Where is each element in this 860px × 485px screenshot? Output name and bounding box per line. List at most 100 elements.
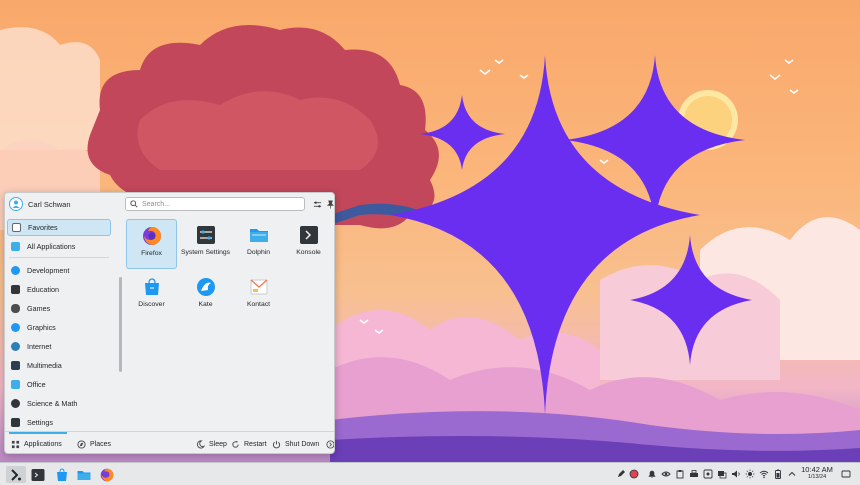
volume-icon[interactable] [731, 469, 741, 479]
sidebar-item-office[interactable]: Office [7, 376, 111, 393]
sidebar-item-label: Graphics [27, 323, 56, 332]
clipboard-icon[interactable] [675, 469, 685, 479]
sleep-button[interactable]: Sleep [196, 432, 227, 453]
restart-icon [232, 440, 239, 448]
globe-icon [11, 342, 20, 351]
compass-icon [77, 439, 86, 449]
sidebar-item-label: Favorites [28, 223, 58, 232]
app-firefox[interactable]: Firefox [126, 219, 177, 269]
tab-applications[interactable]: Applications [11, 432, 62, 453]
terminal-icon [299, 226, 318, 244]
office-icon [11, 380, 20, 389]
search-input[interactable]: Search... [125, 197, 305, 211]
category-sidebar: Favorites All Applications Development E… [5, 217, 117, 427]
clock[interactable]: 10:42 AM 1/13/24 [797, 465, 837, 481]
folder-icon [77, 470, 91, 480]
app-label: Kontact [246, 301, 271, 308]
sidebar-item-label: Multimedia [27, 361, 62, 370]
taskbar-konsole[interactable] [30, 466, 46, 483]
app-label: Firefox [141, 250, 162, 257]
user-name: Carl Schwan [28, 199, 71, 209]
kate-icon [196, 278, 215, 296]
record-icon[interactable] [629, 469, 639, 479]
tab-places[interactable]: Places [77, 432, 112, 453]
windows-icon[interactable] [717, 469, 727, 479]
sidebar-item-label: All Applications [27, 242, 76, 251]
tab-label: Places [90, 440, 112, 448]
taskbar-discover[interactable] [54, 466, 70, 483]
clock-date: 1/13/24 [807, 474, 827, 480]
app-dolphin[interactable]: Dolphin [233, 219, 284, 269]
sidebar-item-label: Internet [27, 342, 52, 351]
sidebar-item-settings[interactable]: Settings [7, 414, 111, 431]
sidebar-item-science-math[interactable]: Science & Math [7, 395, 111, 412]
sidebar-item-education[interactable]: Education [7, 281, 111, 298]
education-icon [11, 285, 20, 294]
app-label: Discover [138, 301, 165, 308]
grid-icon [11, 440, 20, 448]
moon-icon [196, 439, 205, 448]
sidebar-scrollbar[interactable] [119, 277, 122, 372]
grid-icon [11, 242, 20, 251]
app-discover[interactable]: Discover [126, 271, 177, 321]
settings-icon [196, 226, 215, 244]
sidebar-divider [9, 257, 109, 258]
disc-icon[interactable] [703, 469, 713, 479]
sidebar-item-internet[interactable]: Internet [7, 338, 111, 355]
terminal-icon [31, 468, 45, 481]
sidebar-item-games[interactable]: Games [7, 300, 111, 317]
clock-time: 10:42 AM [801, 465, 833, 474]
sidebar-item-graphics[interactable]: Graphics [7, 319, 111, 336]
app-label: System Settings [180, 249, 231, 256]
settings-icon [11, 418, 20, 427]
sidebar-item-multimedia[interactable]: Multimedia [7, 357, 111, 374]
printer-icon[interactable] [689, 469, 699, 479]
eye-icon[interactable] [661, 469, 671, 479]
shutdown-button[interactable]: Shut Down [272, 432, 319, 453]
firefox-icon [100, 468, 114, 481]
wifi-icon[interactable] [759, 469, 769, 479]
show-desktop-icon[interactable] [841, 469, 851, 479]
tab-label: Applications [24, 440, 62, 448]
restart-button[interactable]: Restart [231, 432, 267, 453]
app-system-settings[interactable]: System Settings [180, 219, 231, 269]
taskbar-firefox[interactable] [99, 466, 115, 483]
sliders-icon [313, 201, 321, 207]
sidebar-item-development[interactable]: Development [7, 262, 111, 279]
kontact-icon [250, 279, 267, 295]
gamepad-icon [11, 304, 20, 313]
pin-button[interactable] [325, 199, 334, 209]
pin-icon [326, 200, 334, 209]
bell-icon[interactable] [647, 469, 657, 479]
store-icon [57, 467, 67, 481]
user-icon [12, 200, 20, 208]
taskbar: 10:42 AM 1/13/24 [0, 462, 860, 485]
avatar[interactable] [9, 197, 23, 211]
sidebar-item-favorites[interactable]: Favorites [7, 219, 111, 236]
launcher-button[interactable] [6, 466, 26, 483]
power-icon [272, 440, 281, 448]
app-label: Kate [198, 301, 213, 308]
sidebar-item-label: Games [27, 304, 51, 313]
sidebar-item-all-applications[interactable]: All Applications [7, 238, 111, 255]
chevron-up-icon[interactable] [787, 469, 797, 479]
battery-icon[interactable] [773, 469, 783, 479]
search-placeholder: Search... [142, 200, 171, 208]
app-konsole[interactable]: Konsole [283, 219, 334, 269]
configure-button[interactable] [312, 199, 322, 209]
app-kate[interactable]: Kate [180, 271, 231, 321]
application-launcher: Carl Schwan Search... Favorites All Appl… [4, 192, 335, 454]
app-kontact[interactable]: Kontact [233, 271, 284, 321]
launcher-footer: Applications Places Sleep Restart Shut D… [5, 431, 334, 453]
sidebar-item-label: Education [27, 285, 59, 294]
multimedia-icon [11, 361, 20, 370]
taskbar-dolphin[interactable] [76, 466, 92, 483]
firefox-icon [142, 227, 161, 245]
sidebar-item-label: Settings [27, 418, 53, 427]
kde-logo-icon [11, 468, 21, 481]
launcher-header: Carl Schwan Search... [5, 193, 334, 215]
more-options-button[interactable] [326, 432, 334, 453]
brightness-icon[interactable] [745, 469, 755, 479]
pen-icon[interactable] [616, 469, 626, 479]
development-icon [11, 266, 20, 275]
